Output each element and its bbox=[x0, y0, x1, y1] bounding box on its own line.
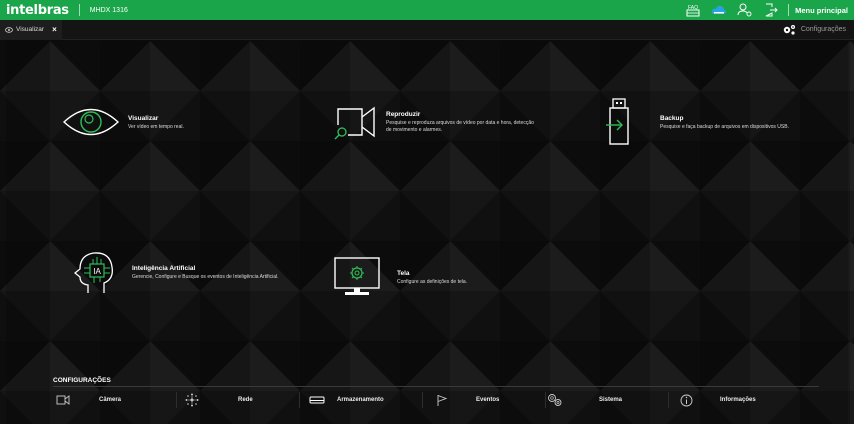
playback-camera-icon bbox=[334, 106, 375, 140]
flag-icon bbox=[434, 393, 450, 407]
monitor-icon bbox=[334, 257, 380, 295]
faq-label: FAQ bbox=[688, 5, 698, 11]
settings-label: Configurações bbox=[800, 26, 846, 33]
camera-icon bbox=[55, 393, 71, 407]
tab-visualizar[interactable]: Visualizar × bbox=[0, 19, 62, 40]
settings-item-eventos[interactable]: Eventos bbox=[422, 390, 545, 410]
gears-icon bbox=[547, 393, 563, 407]
tile-description: Pesquise e faça backup de arquivos em di… bbox=[660, 123, 789, 130]
brand-logo: intelbras bbox=[6, 2, 69, 18]
tab-label: Visualizar bbox=[16, 26, 45, 33]
divider bbox=[788, 4, 790, 16]
tile-backup[interactable]: Backup Pesquise e faça backup de arquivo… bbox=[604, 97, 789, 147]
tile-description: Gerencie, Configure e Busque os eventos … bbox=[132, 273, 279, 280]
usb-drive-icon bbox=[606, 98, 629, 145]
settings-item-label: Sistema bbox=[599, 397, 623, 403]
ai-head-icon: IA bbox=[73, 252, 113, 293]
tile-description: Ver vídeo em tempo real. bbox=[128, 123, 184, 130]
info-icon bbox=[678, 393, 694, 407]
eye-icon bbox=[62, 108, 120, 136]
settings-item-label: Informações bbox=[720, 397, 756, 403]
top-bar: intelbras MHDX 1316 FAQ Menu principal bbox=[0, 0, 854, 20]
tile-title: Tela bbox=[397, 269, 410, 277]
settings-item-label: Rede bbox=[238, 397, 253, 403]
settings-item-label: Eventos bbox=[476, 397, 500, 403]
close-tab-button[interactable]: × bbox=[52, 25, 57, 34]
settings-section-title: CONFIGURAÇÕES bbox=[53, 377, 111, 384]
settings-item-label: Armazenamento bbox=[337, 397, 384, 403]
settings-bar: Câmera Rede Armazenamento Eventos Sistem… bbox=[53, 390, 819, 410]
tile-title: Backup bbox=[660, 114, 684, 122]
tile-title: Visualizar bbox=[128, 114, 159, 122]
tile-title: Inteligência Artificial bbox=[132, 264, 196, 272]
tile-reproduzir[interactable]: Reproduzir Pesquise e reproduza arquivos… bbox=[332, 103, 534, 141]
tile-tela[interactable]: Tela Configure as definições de tela. bbox=[333, 256, 467, 298]
user-button[interactable] bbox=[737, 3, 753, 17]
network-icon bbox=[184, 393, 200, 407]
top-actions: FAQ Menu principal bbox=[680, 0, 854, 20]
settings-shortcut[interactable]: Configurações bbox=[782, 24, 846, 35]
logout-icon bbox=[765, 3, 778, 17]
cloud-button[interactable] bbox=[711, 3, 727, 17]
tile-description: Pesquise e reproduza arquivos de vídeo p… bbox=[386, 120, 534, 126]
faq-icon: FAQ bbox=[686, 5, 700, 16]
settings-item-informacoes[interactable]: Informações bbox=[668, 390, 791, 410]
settings-item-armazenamento[interactable]: Armazenamento bbox=[299, 390, 422, 410]
settings-item-camera[interactable]: Câmera bbox=[53, 390, 176, 410]
tile-description: de movimento e alarmes. bbox=[386, 127, 443, 133]
tile-visualizar[interactable]: Visualizar Ver vídeo em tempo real. bbox=[62, 105, 184, 139]
device-model: MHDX 1316 bbox=[89, 6, 128, 14]
ai-label: IA bbox=[93, 267, 101, 276]
eye-icon bbox=[5, 26, 13, 33]
cloud-icon bbox=[711, 5, 727, 14]
settings-item-sistema[interactable]: Sistema bbox=[545, 390, 668, 410]
gears-icon bbox=[783, 25, 795, 35]
user-settings-icon bbox=[737, 3, 752, 17]
faq-button[interactable]: FAQ bbox=[685, 3, 701, 17]
settings-item-rede[interactable]: Rede bbox=[176, 390, 299, 410]
tile-inteligencia-artificial[interactable]: IA Inteligência Artificial Gerencie, Con… bbox=[72, 249, 278, 295]
main-menu-button[interactable]: Menu principal bbox=[795, 6, 848, 15]
settings-item-label: Câmera bbox=[99, 397, 122, 403]
storage-icon bbox=[309, 393, 325, 407]
tab-bar: Visualizar × Configurações bbox=[0, 19, 854, 40]
divider bbox=[78, 4, 80, 16]
tile-description: Configure as definições de tela. bbox=[397, 278, 468, 285]
main-menu-panel: Visualizar Ver vídeo em tempo real. Repr… bbox=[0, 41, 854, 424]
logout-button[interactable] bbox=[763, 3, 779, 17]
tile-title: Reproduzir bbox=[386, 111, 421, 118]
divider bbox=[53, 386, 819, 387]
